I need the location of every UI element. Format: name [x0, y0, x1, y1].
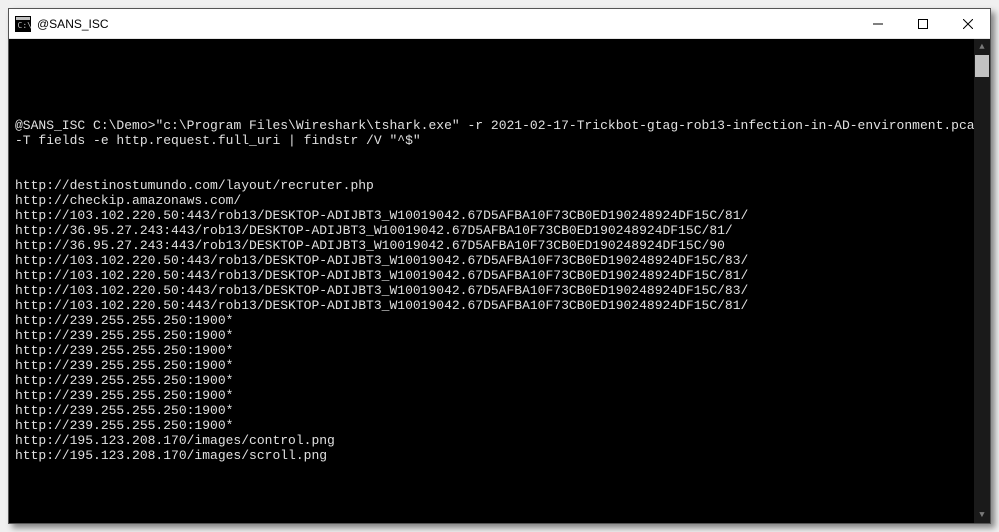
window-title: @SANS_ISC: [37, 17, 855, 31]
output-line: http://195.123.208.170/images/scroll.png: [15, 448, 988, 463]
cmd-icon: C:\: [15, 16, 31, 32]
output-line: http://239.255.255.250:1900*: [15, 358, 988, 373]
output-line: http://239.255.255.250:1900*: [15, 418, 988, 433]
minimize-button[interactable]: [855, 9, 900, 38]
output-line: http://239.255.255.250:1900*: [15, 388, 988, 403]
output-line: http://103.102.220.50:443/rob13/DESKTOP-…: [15, 268, 988, 283]
terminal-body[interactable]: @SANS_ISC C:\Demo>"c:\Program Files\Wire…: [9, 39, 990, 523]
command-prompt-window: C:\ @SANS_ISC @SANS_ISC C:\Demo>"c:\Prog…: [8, 8, 991, 524]
output-line: http://103.102.220.50:443/rob13/DESKTOP-…: [15, 253, 988, 268]
terminal-content: @SANS_ISC C:\Demo>"c:\Program Files\Wire…: [15, 43, 988, 523]
output-line: http://36.95.27.243:443/rob13/DESKTOP-AD…: [15, 238, 988, 253]
output-line: http://103.102.220.50:443/rob13/DESKTOP-…: [15, 298, 988, 313]
vertical-scrollbar[interactable]: ▲ ▼: [974, 39, 990, 523]
output-line: http://103.102.220.50:443/rob13/DESKTOP-…: [15, 208, 988, 223]
maximize-button[interactable]: [900, 9, 945, 38]
scroll-up-arrow[interactable]: ▲: [974, 39, 990, 55]
command-text: "c:\Program Files\Wireshark\tshark.exe" …: [15, 118, 990, 148]
prompt: @SANS_ISC C:\Demo>: [15, 118, 155, 133]
titlebar[interactable]: C:\ @SANS_ISC: [9, 9, 990, 39]
output-line: http://239.255.255.250:1900*: [15, 403, 988, 418]
svg-text:C:\: C:\: [18, 21, 32, 30]
window-controls: [855, 9, 990, 38]
output-line: http://239.255.255.250:1900*: [15, 373, 988, 388]
output-line: http://36.95.27.243:443/rob13/DESKTOP-AD…: [15, 223, 988, 238]
output-line: http://destinostumundo.com/layout/recrut…: [15, 178, 988, 193]
output-line: http://103.102.220.50:443/rob13/DESKTOP-…: [15, 283, 988, 298]
scroll-thumb[interactable]: [975, 55, 989, 77]
output-line: http://195.123.208.170/images/control.pn…: [15, 433, 988, 448]
output-line: http://checkip.amazonaws.com/: [15, 193, 988, 208]
scroll-down-arrow[interactable]: ▼: [974, 507, 990, 523]
output-line: http://239.255.255.250:1900*: [15, 313, 988, 328]
output-line: http://239.255.255.250:1900*: [15, 343, 988, 358]
close-button[interactable]: [945, 9, 990, 38]
output-line: http://239.255.255.250:1900*: [15, 328, 988, 343]
